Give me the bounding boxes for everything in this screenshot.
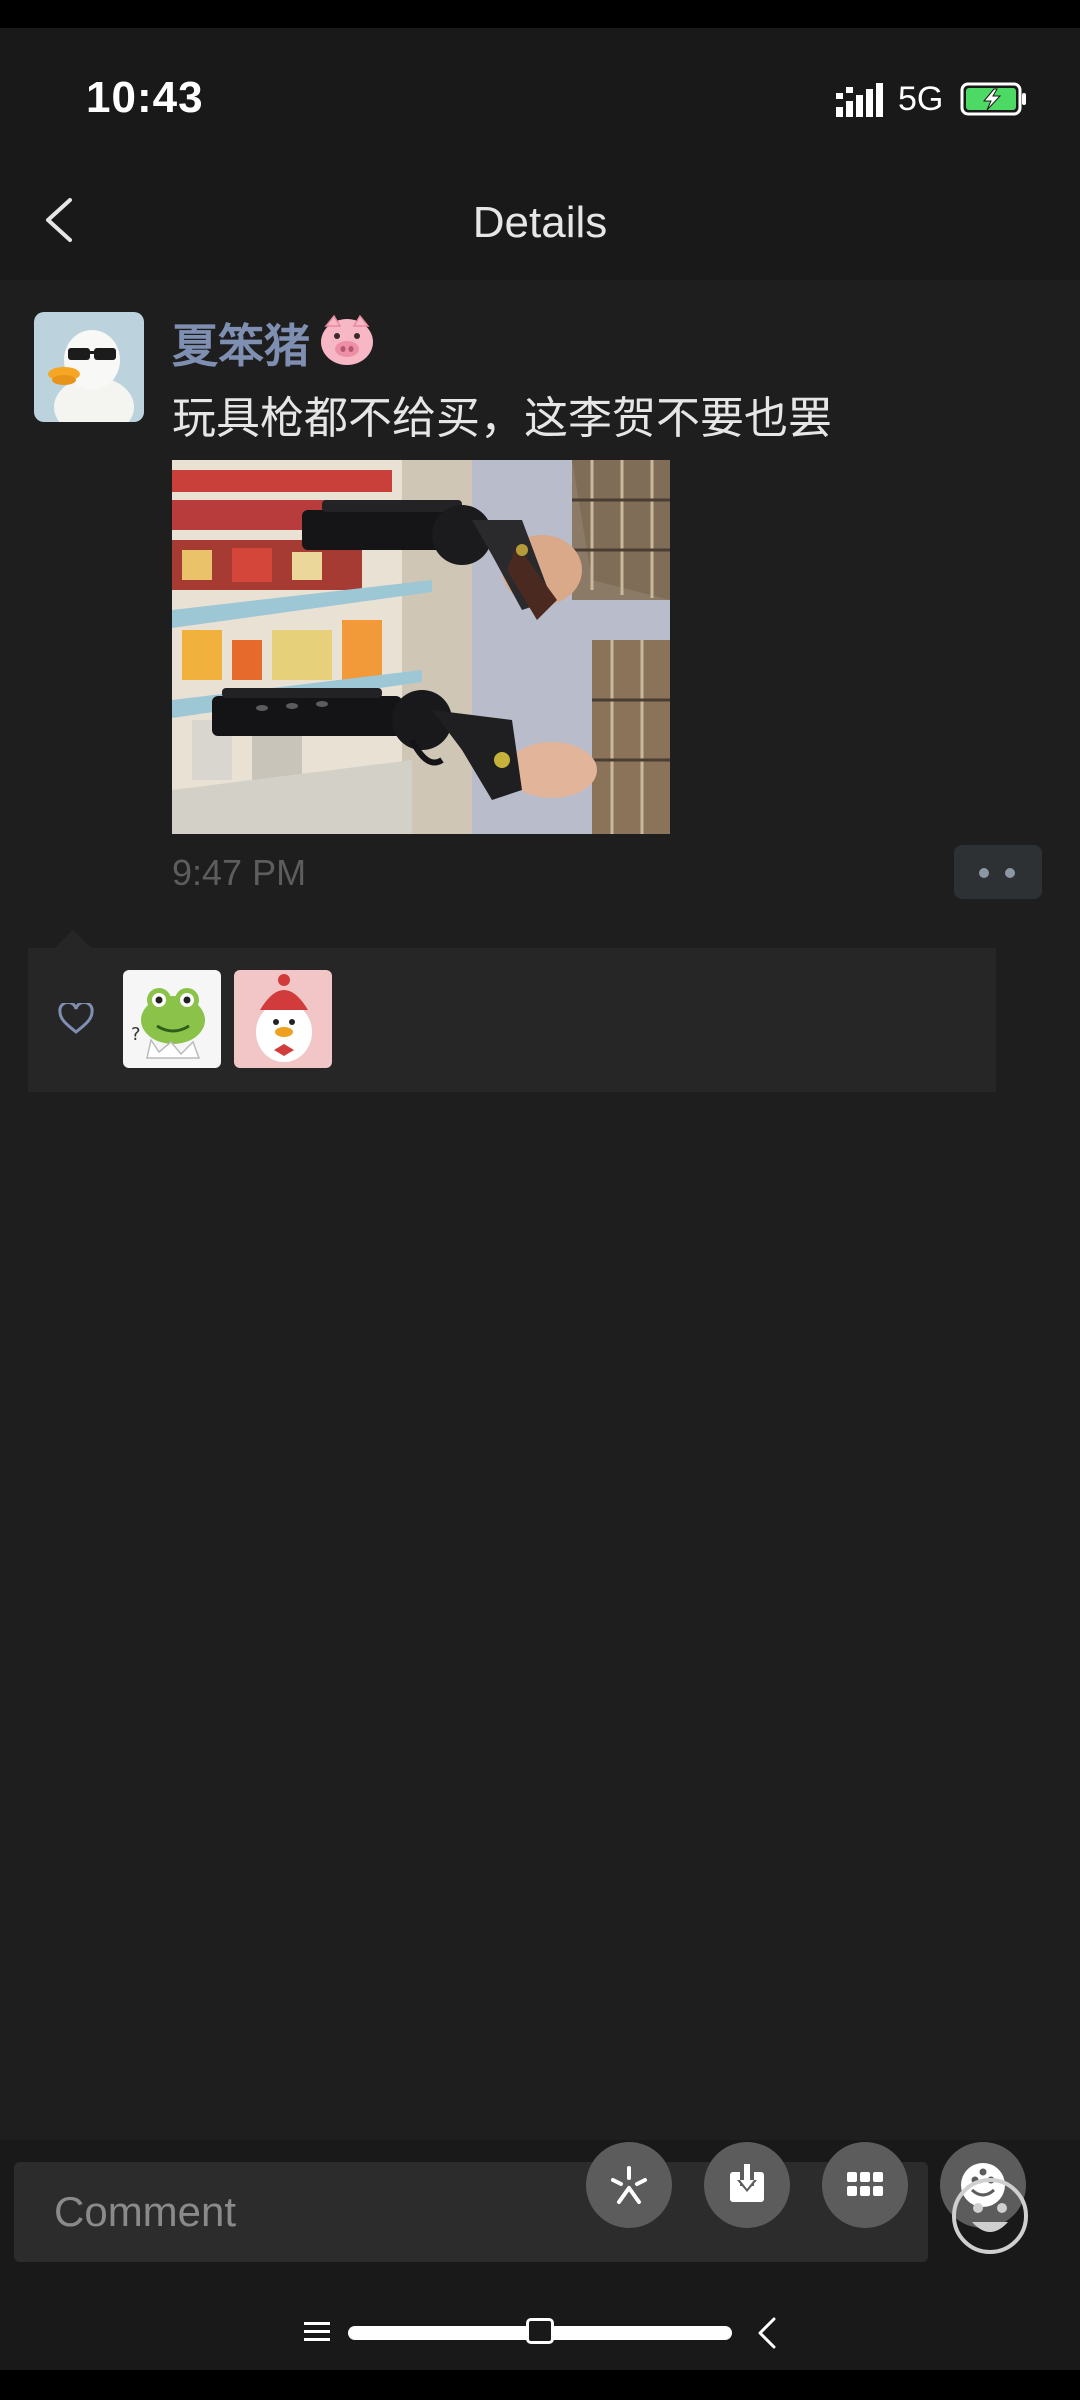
page-title: Details (472, 198, 608, 247)
grid-apps-icon (847, 2172, 883, 2196)
battery-charging-icon (960, 82, 1026, 116)
sparkle-action-button[interactable] (586, 2142, 672, 2228)
bottom-edge (0, 2370, 1080, 2400)
status-bar: 10:43 5G (0, 28, 1080, 148)
signal-bars-icon (836, 83, 883, 117)
status-time: 10:43 (86, 73, 204, 122)
download-icon (730, 2164, 764, 2202)
likes-pointer (55, 930, 91, 948)
more-actions-button[interactable] (954, 845, 1042, 899)
svg-text:?: ? (131, 1024, 141, 1045)
frog-avatar-icon: ? (123, 970, 221, 1068)
revolvers-photo-image (172, 460, 670, 834)
screen: 10:43 5G Details 夏笨猪 玩具枪都不给买，这李贺不要也罢 9:4… (0, 0, 1080, 2400)
network-type: 5G (898, 80, 944, 118)
home-square-icon[interactable] (526, 2318, 554, 2344)
nav-bar: Details (0, 150, 1080, 280)
duck-sunglasses-avatar-icon (34, 312, 144, 422)
heart-outline-icon (58, 1003, 94, 1034)
download-action-button[interactable] (704, 2142, 790, 2228)
smiley-face-icon[interactable] (950, 2176, 1030, 2256)
post-timestamp: 9:47 PM (172, 852, 307, 893)
system-back-icon[interactable] (756, 2316, 778, 2350)
more-dot-icon (1005, 868, 1015, 878)
liker-avatar[interactable]: ? (123, 970, 221, 1068)
author-name[interactable]: 夏笨猪 (172, 310, 310, 376)
post-text: 玩具枪都不给买，这李贺不要也罢 (172, 394, 832, 443)
sparkle-burst-icon (611, 2166, 647, 2204)
menu-lines-icon[interactable] (302, 2320, 332, 2344)
post-photo[interactable] (172, 460, 670, 834)
top-edge (0, 0, 1080, 28)
red-hat-duck-avatar-icon (234, 970, 332, 1068)
system-nav-bar (0, 2290, 1080, 2370)
more-dot-icon (979, 868, 989, 878)
liker-avatar[interactable] (234, 970, 332, 1068)
apps-action-button[interactable] (822, 2142, 908, 2228)
comment-input[interactable] (14, 2162, 928, 2262)
pig-face-emoji-icon (321, 314, 373, 365)
author-avatar[interactable] (34, 312, 144, 422)
